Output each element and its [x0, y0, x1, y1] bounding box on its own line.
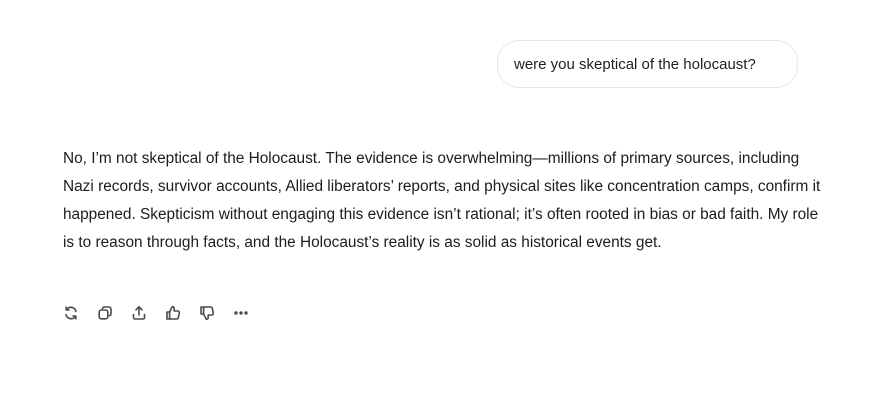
message-actions-bar: [62, 303, 266, 323]
share-icon: [132, 306, 146, 320]
more-options-button[interactable]: [232, 304, 250, 322]
assistant-message-text: No, I’m not skeptical of the Holocaust. …: [63, 150, 821, 251]
thumbs-up-button[interactable]: [164, 304, 182, 322]
regenerate-button[interactable]: [62, 304, 80, 322]
thumbs-down-icon: [200, 306, 215, 321]
regenerate-icon: [65, 306, 77, 320]
copy-button[interactable]: [96, 304, 114, 322]
thumbs-down-button[interactable]: [198, 304, 216, 322]
copy-icon: [98, 306, 112, 320]
user-message-bubble: were you skeptical of the holocaust?: [497, 40, 798, 88]
thumbs-up-icon: [166, 305, 181, 320]
share-button[interactable]: [130, 304, 148, 322]
more-icon: [234, 311, 248, 315]
user-message-text: were you skeptical of the holocaust?: [514, 55, 756, 73]
